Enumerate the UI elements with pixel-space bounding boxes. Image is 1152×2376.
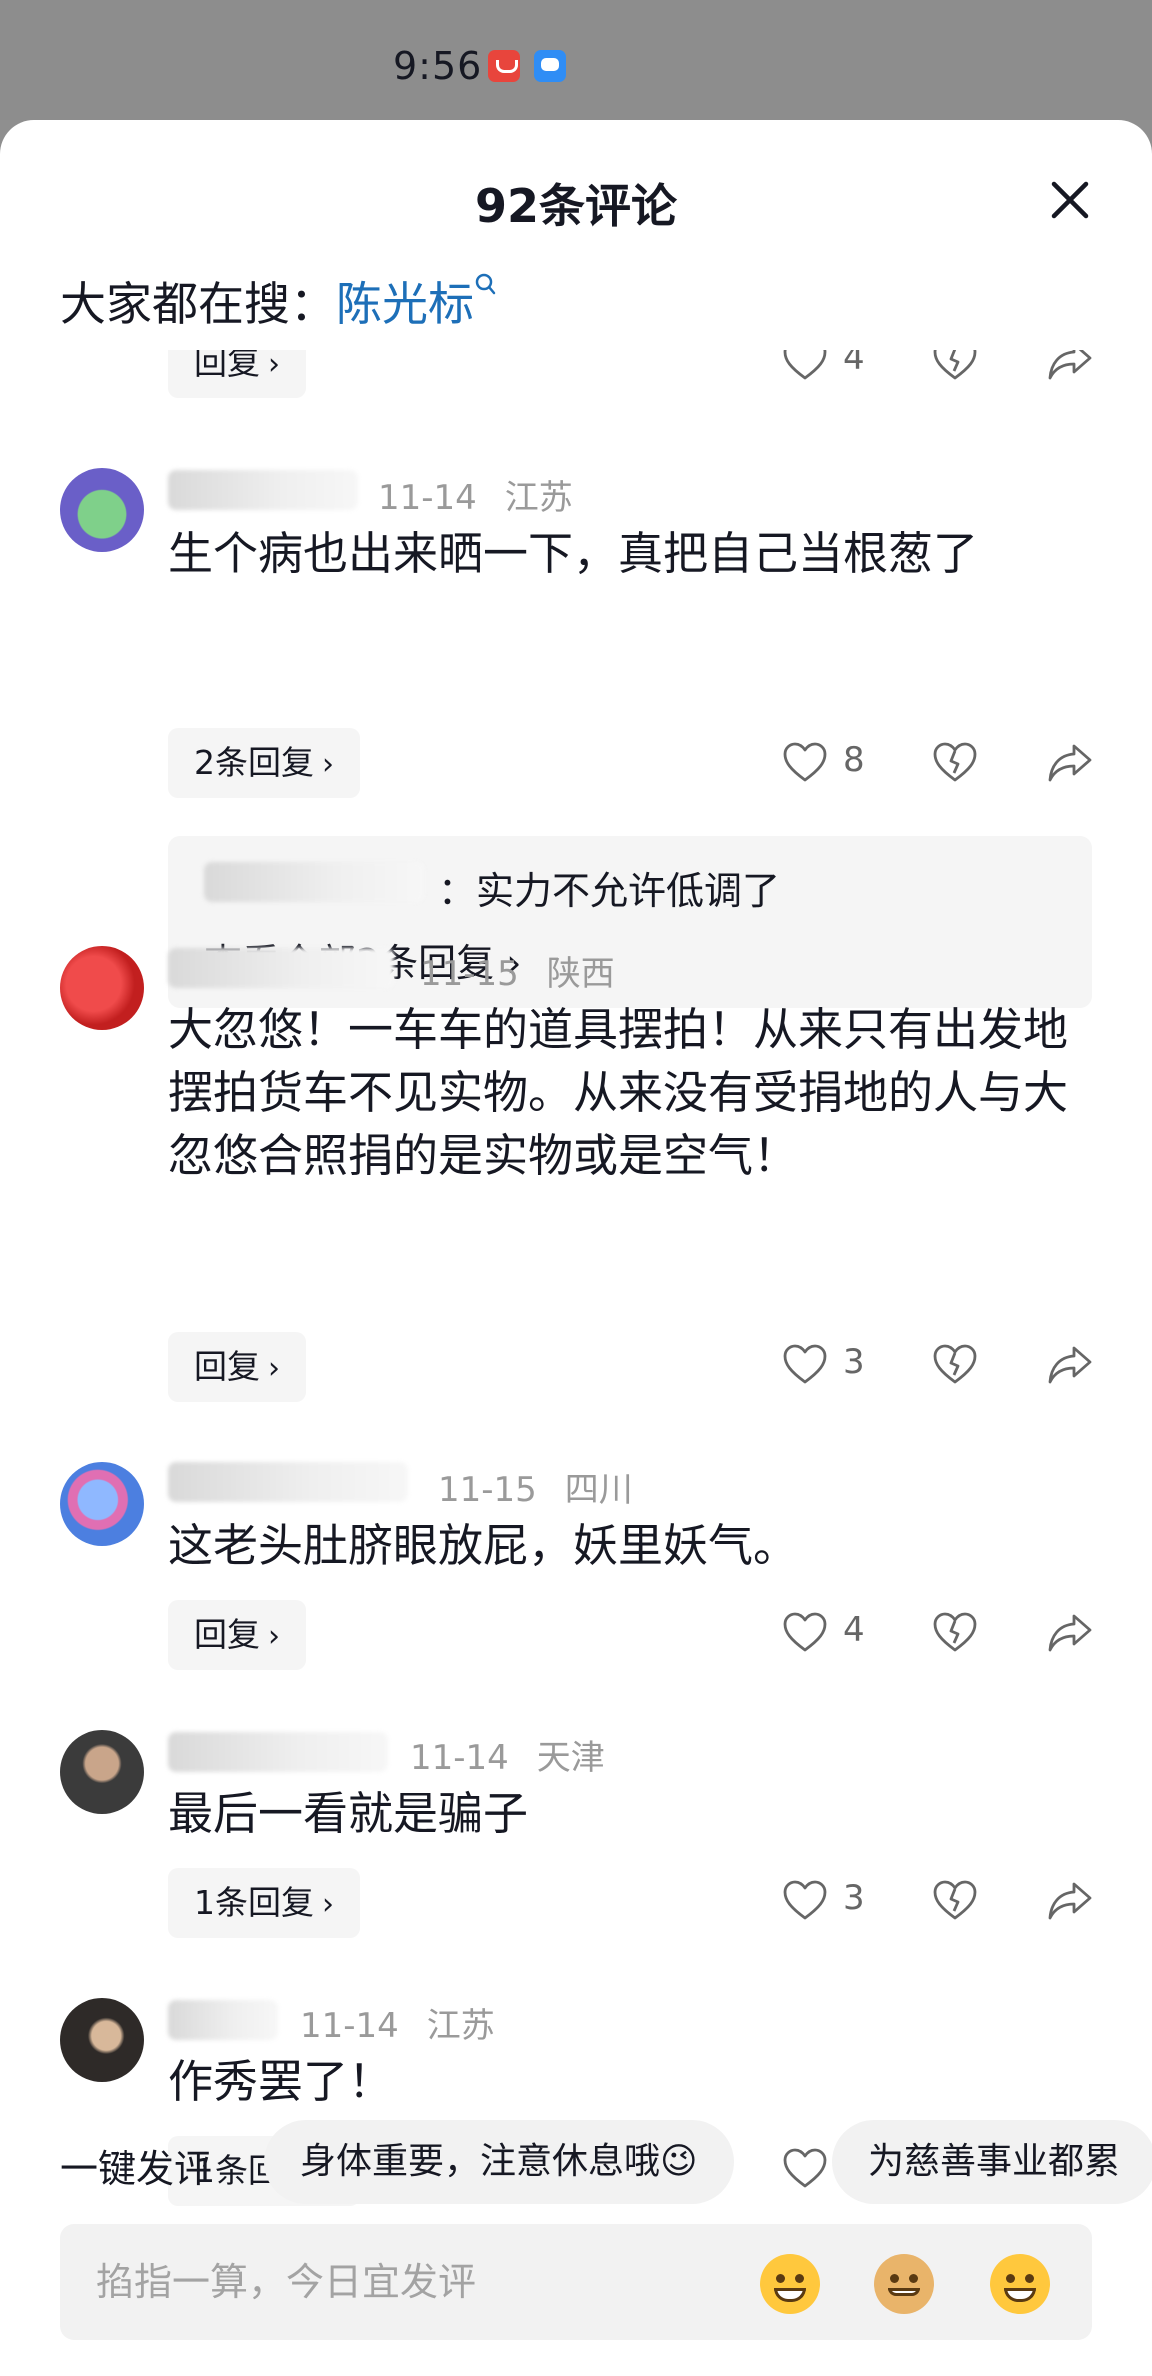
comment-actions: 8 xyxy=(780,738,1100,798)
hot-search-keyword[interactable]: 陈光标 xyxy=(336,277,474,331)
comment-meta: 11-15 陕西 xyxy=(420,954,615,994)
status-bar: 9:56 xyxy=(0,0,1152,120)
comment-meta: 11-15 四川 xyxy=(438,1470,633,1510)
avatar[interactable] xyxy=(60,468,144,552)
share-icon[interactable] xyxy=(1045,350,1095,386)
heart-icon[interactable] xyxy=(780,350,830,386)
grinning-emoji[interactable] xyxy=(990,2254,1050,2314)
share-icon[interactable] xyxy=(1045,738,1095,788)
share-icon[interactable] xyxy=(1045,1608,1095,1658)
avatar[interactable] xyxy=(60,1462,144,1546)
avatar[interactable] xyxy=(60,1730,144,1814)
comment-meta: 11-14 江苏 xyxy=(300,2006,495,2046)
broken-heart-icon[interactable] xyxy=(930,1876,980,1926)
reply-button[interactable]: 1条回复› xyxy=(168,1868,360,1938)
hot-search-label: 大家都在搜： xyxy=(60,277,336,331)
broken-heart-icon[interactable] xyxy=(930,350,980,386)
sub-reply-text: ：实力不允许低调了 xyxy=(438,869,781,913)
heart-icon[interactable] xyxy=(780,738,830,788)
comment-text: 最后一看就是骗子 xyxy=(168,1787,529,1840)
heart-icon[interactable] xyxy=(780,1608,830,1658)
broken-heart-icon[interactable] xyxy=(930,1608,980,1658)
comment-text: 大忽悠！一车车的道具摆拍！从来只有出发地摆拍货车不见实物。从来没有受捐地的人与大… xyxy=(168,1003,1069,1182)
blurred-username xyxy=(168,1462,408,1502)
blurred-username xyxy=(168,470,358,510)
reply-button[interactable]: 回复 › xyxy=(168,350,306,398)
reply-button[interactable]: 回复 › xyxy=(168,1600,306,1670)
like-count: 4 xyxy=(843,1610,865,1650)
like-count: 4 xyxy=(843,350,865,378)
comment-text: 生个病也出来晒一下，真把自己当根葱了 xyxy=(168,527,979,580)
comment-meta: 11-14 天津 xyxy=(410,1738,605,1778)
quick-comment-label: 一键发评 xyxy=(60,2147,213,2191)
doge-emoji[interactable] xyxy=(874,2254,934,2314)
laughing-crying-emoji[interactable] xyxy=(760,2254,820,2314)
comment-text: 作秀罢了！ xyxy=(168,2055,394,2108)
like-count: 8 xyxy=(843,740,865,780)
comment-actions: 3 xyxy=(780,1876,1100,1936)
avatar[interactable] xyxy=(60,1998,144,2082)
like-count: 3 xyxy=(843,1878,865,1918)
heart-icon[interactable] xyxy=(780,1340,830,1390)
heart-icon[interactable] xyxy=(780,1876,830,1926)
close-icon[interactable] xyxy=(1040,170,1100,230)
quick-comment-row: 一键发评 身体重要，注意休息哦😉 为慈善事业都累 xyxy=(0,2120,1152,2210)
comment-actions: 4 xyxy=(780,350,1100,396)
red-app-notification-icon xyxy=(488,50,520,82)
search-icon xyxy=(475,273,496,295)
blue-chat-notification-icon xyxy=(534,50,566,82)
share-icon[interactable] xyxy=(1045,1876,1095,1926)
comment-input[interactable] xyxy=(96,2252,756,2312)
comment-list[interactable]: 回复 › 4 11-14 江苏 生个病也出来晒一下，真把自己当根葱了 2条回复 › 8… xyxy=(0,350,1152,2210)
quick-comment-chip[interactable]: 身体重要，注意休息哦😉 xyxy=(264,2120,734,2204)
blurred-username xyxy=(168,2000,278,2040)
status-time: 9:56 xyxy=(393,44,483,88)
share-icon[interactable] xyxy=(1045,1340,1095,1390)
comment-actions: 3 xyxy=(780,1340,1100,1400)
comments-title: 92条评论 xyxy=(474,179,677,233)
quick-comment-chip[interactable]: 为慈善事业都累 xyxy=(832,2120,1152,2204)
reply-button[interactable]: 回复 › xyxy=(168,1332,306,1402)
broken-heart-icon[interactable] xyxy=(930,1340,980,1390)
hot-search-bar: 大家都在搜：陈光标 xyxy=(60,268,496,334)
like-count: 3 xyxy=(843,1342,865,1382)
comment-text: 这老头肚脐眼放屁，妖里妖气。 xyxy=(168,1519,799,1572)
comments-sheet: 92条评论 大家都在搜：陈光标 回复 › 4 11-14 江苏 生个病也出来晒一下，… xyxy=(0,120,1152,2376)
comment-input-bar xyxy=(60,2224,1092,2340)
blurred-username xyxy=(168,948,394,988)
avatar[interactable] xyxy=(60,946,144,1030)
blurred-username xyxy=(168,1732,388,1772)
comment-meta: 11-14 江苏 xyxy=(378,478,573,518)
comment-actions: 4 xyxy=(780,1608,1100,1668)
reply-button[interactable]: 2条回复 › xyxy=(168,728,360,798)
blurred-username xyxy=(204,862,424,902)
broken-heart-icon[interactable] xyxy=(930,738,980,788)
